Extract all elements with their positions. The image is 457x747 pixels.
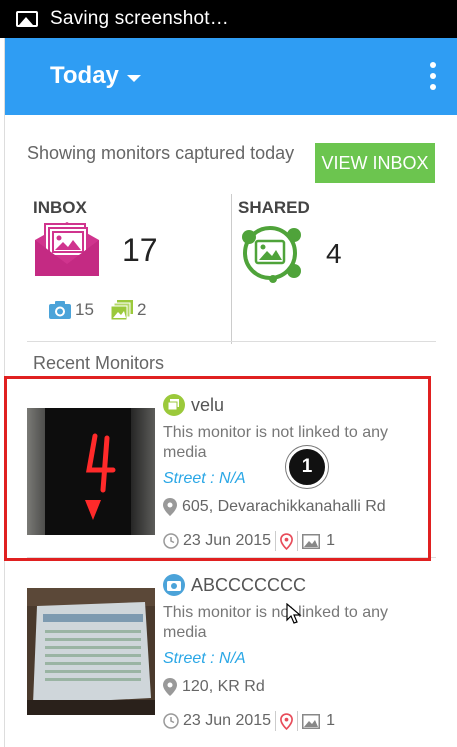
dropdown-caret-icon [126, 74, 141, 82]
monitor-name: velu [191, 394, 225, 415]
inbox-media-stat: 2 [111, 300, 146, 320]
monitor-thumbnail[interactable] [27, 408, 155, 535]
monitor-street: Street : N/A [163, 470, 246, 487]
monitor-address: 120, KR Rd [182, 678, 265, 695]
clock-icon [163, 713, 179, 729]
monitor-card[interactable]: ABCCCCCCC This monitor is not linked to … [5, 558, 457, 738]
monitor-image-count: 1 [326, 712, 335, 729]
monitor-thumbnail[interactable] [27, 588, 155, 715]
clock-icon [163, 533, 179, 549]
summary-divider [231, 194, 232, 344]
app-bar-title: Today [50, 62, 119, 89]
shared-icon[interactable] [237, 223, 303, 283]
step-badge: 1 [286, 446, 328, 488]
showing-text: Showing monitors captured today [27, 143, 295, 163]
location-pin-icon[interactable] [280, 532, 293, 550]
inbox-photo-count: 15 [75, 300, 94, 319]
app-bar: Today [5, 38, 457, 115]
monitor-address-row: 120, KR Rd [163, 678, 265, 696]
monitor-street: Street : N/A [163, 650, 246, 667]
location-pin-icon [163, 678, 177, 696]
media-icon [163, 394, 185, 416]
media-icon [111, 300, 133, 320]
monitor-name-row: velu [163, 394, 224, 416]
image-icon[interactable] [302, 533, 321, 549]
inbox-icon[interactable] [35, 218, 99, 276]
more-vert-icon[interactable] [427, 62, 439, 90]
inbox-photo-stat: 15 [49, 300, 94, 320]
shared-label: SHARED [238, 198, 310, 217]
monitor-meta-row: 23 Jun 2015 1 [163, 531, 335, 551]
image-icon [16, 11, 38, 27]
image-icon[interactable] [302, 713, 321, 729]
app-page: Today Showing monitors captured today VI… [4, 38, 457, 747]
monitor-name-row: ABCCCCCCC [163, 574, 306, 596]
monitor-address: 605, Devarachikkanahalli Rd [182, 498, 386, 515]
status-bar: Saving screenshot… [0, 0, 457, 38]
recent-monitors-heading: Recent Monitors [33, 353, 165, 373]
summary-bottom-divider [27, 341, 436, 342]
inbox-count: 17 [122, 232, 158, 268]
camera-icon [163, 574, 185, 596]
camera-icon [49, 301, 71, 319]
view-inbox-button[interactable]: VIEW INBOX [315, 143, 435, 183]
location-pin-icon [163, 498, 177, 516]
monitor-name: ABCCCCCCC [191, 574, 307, 595]
inbox-media-count: 2 [137, 300, 147, 319]
date-filter-dropdown[interactable]: Today [50, 62, 141, 90]
monitor-image-count: 1 [326, 532, 335, 549]
status-text: Saving screenshot… [50, 8, 229, 29]
inbox-label: INBOX [33, 198, 87, 217]
monitor-address-row: 605, Devarachikkanahalli Rd [163, 498, 386, 516]
monitor-meta-row: 23 Jun 2015 1 [163, 711, 335, 731]
monitor-date: 23 Jun 2015 [183, 712, 272, 729]
monitor-date: 23 Jun 2015 [183, 532, 272, 549]
location-pin-icon[interactable] [280, 712, 293, 730]
shared-count: 4 [326, 238, 342, 269]
monitor-card[interactable]: velu This monitor is not linked to any m… [5, 378, 457, 558]
mouse-cursor-icon [286, 603, 302, 624]
